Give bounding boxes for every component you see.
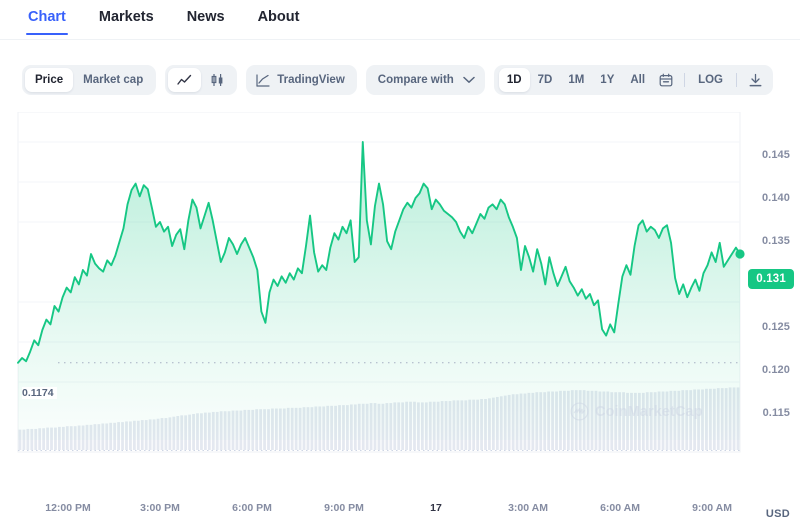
tradingview-button[interactable]: TradingView bbox=[246, 65, 357, 95]
x-axis-label-6: 6:00 AM bbox=[600, 502, 640, 514]
download-button[interactable] bbox=[742, 68, 768, 92]
toolbar-divider-1 bbox=[684, 73, 686, 87]
y-axis-label-3: 0.125 bbox=[761, 321, 790, 333]
chart-toolbar: Price Market cap TradingView Compare wit… bbox=[0, 40, 800, 104]
time-range-group: 1D 7D 1M 1Y All LOG bbox=[493, 65, 773, 95]
price-chart[interactable]: 0.145 0.140 0.135 0.125 0.120 0.115 0.13… bbox=[0, 112, 800, 502]
x-axis-label-0: 12:00 PM bbox=[45, 502, 91, 514]
tradingview-icon bbox=[256, 73, 270, 87]
x-axis-label-1: 3:00 PM bbox=[140, 502, 180, 514]
line-chart-icon bbox=[177, 74, 192, 87]
log-scale-button[interactable]: LOG bbox=[690, 68, 731, 92]
metric-price-button[interactable]: Price bbox=[25, 68, 74, 92]
toolbar-divider-2 bbox=[736, 73, 737, 87]
x-axis-label-7: 9:00 AM bbox=[692, 502, 732, 514]
metric-marketcap-button[interactable]: Market cap bbox=[73, 68, 153, 92]
y-axis-label-5: 0.115 bbox=[762, 407, 790, 419]
tab-about[interactable]: About bbox=[258, 8, 300, 35]
chart-type-group bbox=[165, 65, 238, 95]
metric-toggle-group: Price Market cap bbox=[22, 65, 157, 95]
calendar-button[interactable] bbox=[653, 68, 679, 92]
tab-news[interactable]: News bbox=[187, 8, 225, 35]
low-price-label: 0.1174 bbox=[22, 387, 57, 399]
x-axis: 12:00 PM 3:00 PM 6:00 PM 9:00 PM 17 3:00… bbox=[0, 502, 800, 532]
range-7d-button[interactable]: 7D bbox=[530, 68, 561, 92]
y-axis-label-4: 0.120 bbox=[761, 364, 790, 376]
chevron-down-icon bbox=[463, 76, 475, 84]
range-1m-button[interactable]: 1M bbox=[560, 68, 592, 92]
currency-unit-label: USD bbox=[765, 508, 790, 520]
x-axis-label-2: 6:00 PM bbox=[232, 502, 272, 514]
y-axis-label-2: 0.135 bbox=[761, 235, 790, 247]
download-icon bbox=[748, 73, 763, 88]
compare-with-dropdown[interactable]: Compare with bbox=[365, 65, 485, 95]
tradingview-label: TradingView bbox=[277, 74, 345, 86]
section-tabs: Chart Markets News About bbox=[0, 0, 800, 40]
price-chart-canvas[interactable] bbox=[0, 112, 800, 502]
y-axis-label-0: 0.145 bbox=[761, 149, 790, 161]
tab-markets[interactable]: Markets bbox=[99, 8, 154, 35]
compare-with-label: Compare with bbox=[377, 74, 454, 86]
calendar-icon bbox=[659, 73, 673, 87]
line-chart-button[interactable] bbox=[168, 68, 202, 92]
x-axis-label-3: 9:00 PM bbox=[324, 502, 364, 514]
candlestick-chart-button[interactable] bbox=[201, 68, 234, 92]
candlestick-icon bbox=[210, 73, 225, 87]
range-1d-button[interactable]: 1D bbox=[498, 68, 530, 92]
x-axis-label-5: 3:00 AM bbox=[508, 502, 548, 514]
tab-chart[interactable]: Chart bbox=[26, 8, 68, 35]
x-axis-label-4: 17 bbox=[430, 502, 442, 514]
current-price-badge: 0.131 bbox=[748, 269, 794, 289]
range-1y-button[interactable]: 1Y bbox=[592, 68, 622, 92]
y-axis-label-1: 0.140 bbox=[761, 192, 790, 204]
range-all-button[interactable]: All bbox=[622, 68, 653, 92]
